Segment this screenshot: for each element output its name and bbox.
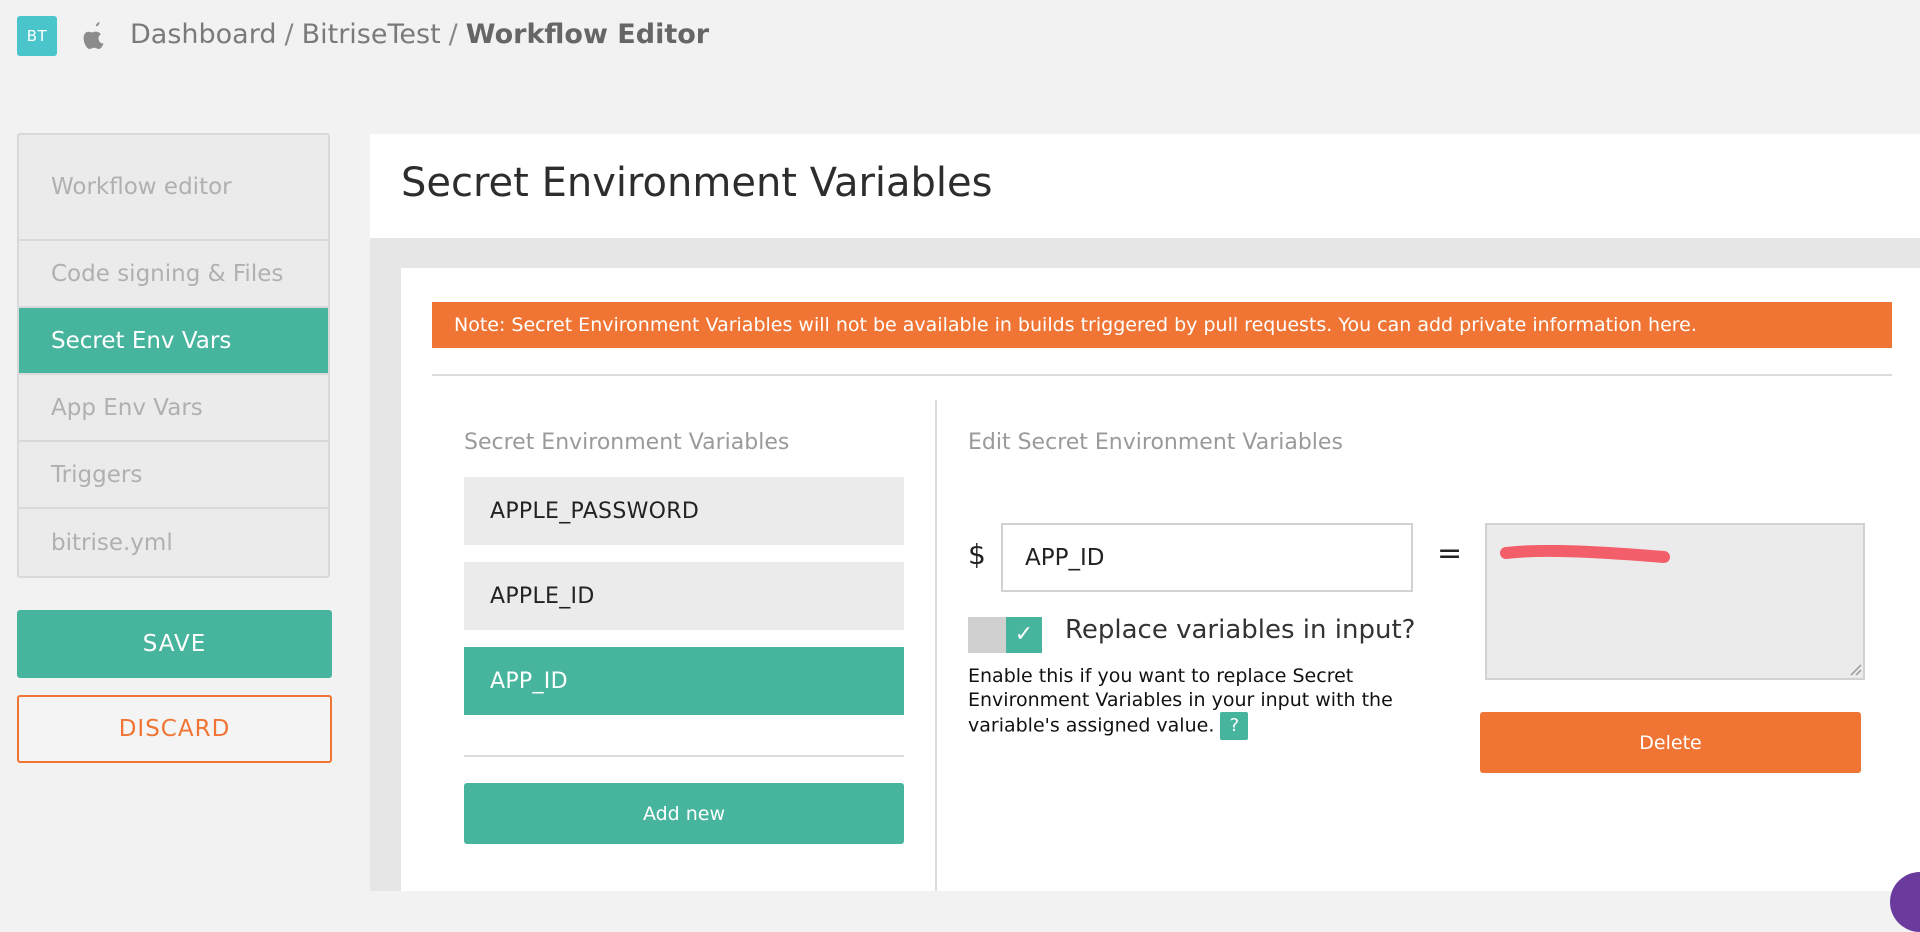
column-divider: [935, 400, 937, 891]
variable-name: APPLE_ID: [490, 583, 595, 609]
sidebar-item-label: Triggers: [51, 461, 143, 488]
sidebar-item-app-env-vars[interactable]: App Env Vars: [19, 375, 328, 442]
replace-variables-help: Enable this if you want to replace Secre…: [968, 664, 1418, 740]
breadcrumb-dashboard[interactable]: Dashboard: [130, 19, 276, 50]
page-title: Secret Environment Variables: [401, 160, 993, 206]
pull-request-warning-banner: Note: Secret Environment Variables will …: [432, 302, 1892, 348]
sidebar-item-triggers[interactable]: Triggers: [19, 442, 328, 509]
variable-name: APPLE_PASSWORD: [490, 498, 700, 524]
redaction-mark: [1500, 545, 1670, 563]
sidebar-item-label: Secret Env Vars: [51, 327, 232, 354]
save-button[interactable]: SAVE: [17, 610, 332, 678]
sidebar-item-label: Code signing & Files: [51, 260, 284, 287]
sidebar-item-label: App Env Vars: [51, 394, 203, 421]
sidebar-item-label: Workflow editor: [51, 174, 232, 200]
toggle-off-segment: [968, 617, 1006, 653]
discard-button[interactable]: DISCARD: [17, 695, 332, 763]
help-text: Enable this if you want to replace Secre…: [968, 665, 1393, 737]
sidebar-item-code-signing[interactable]: Code signing & Files: [19, 241, 328, 308]
replace-variables-label: Replace variables in input?: [1065, 615, 1416, 645]
equals-sign: =: [1437, 536, 1463, 571]
app-logo[interactable]: BT: [17, 16, 57, 56]
sidebar-item-label: bitrise.yml: [51, 529, 173, 556]
edit-section-title: Edit Secret Environment Variables: [968, 430, 1343, 455]
delete-button[interactable]: Delete: [1480, 712, 1861, 773]
page-header: Secret Environment Variables: [370, 134, 1920, 238]
variable-key-input[interactable]: [1001, 523, 1413, 592]
sidebar-item-workflow-editor[interactable]: Workflow editor: [19, 135, 328, 241]
breadcrumb-separator: /: [448, 19, 458, 50]
divider: [464, 755, 904, 757]
variable-name: APP_ID: [490, 668, 568, 694]
resize-handle-icon[interactable]: [1848, 662, 1862, 676]
help-question-icon[interactable]: ?: [1220, 712, 1249, 740]
apple-icon: [83, 22, 104, 49]
variable-item-app-id[interactable]: APP_ID: [464, 647, 904, 715]
sidebar-item-secret-env-vars[interactable]: Secret Env Vars: [19, 308, 328, 375]
divider: [432, 374, 1892, 376]
breadcrumb-current: Workflow Editor: [465, 19, 710, 50]
variable-item-apple-id[interactable]: APPLE_ID: [464, 562, 904, 630]
sidebar-item-bitrise-yml[interactable]: bitrise.yml: [19, 509, 328, 576]
breadcrumb-separator: /: [284, 19, 294, 50]
top-bar: BT Dashboard / BitriseTest / Workflow Editor: [0, 0, 1920, 72]
variable-item-apple-password[interactable]: APPLE_PASSWORD: [464, 477, 904, 545]
breadcrumb-app[interactable]: BitriseTest: [302, 19, 441, 50]
dollar-sign: $: [968, 538, 986, 571]
check-icon: ✓: [1006, 617, 1042, 653]
add-new-button[interactable]: Add new: [464, 783, 904, 844]
variable-list-title: Secret Environment Variables: [464, 430, 790, 455]
breadcrumb: Dashboard / BitriseTest / Workflow Editor: [130, 14, 709, 56]
replace-variables-toggle[interactable]: ✓: [968, 617, 1042, 653]
sidebar-nav: Workflow editor Code signing & Files Sec…: [17, 133, 330, 578]
